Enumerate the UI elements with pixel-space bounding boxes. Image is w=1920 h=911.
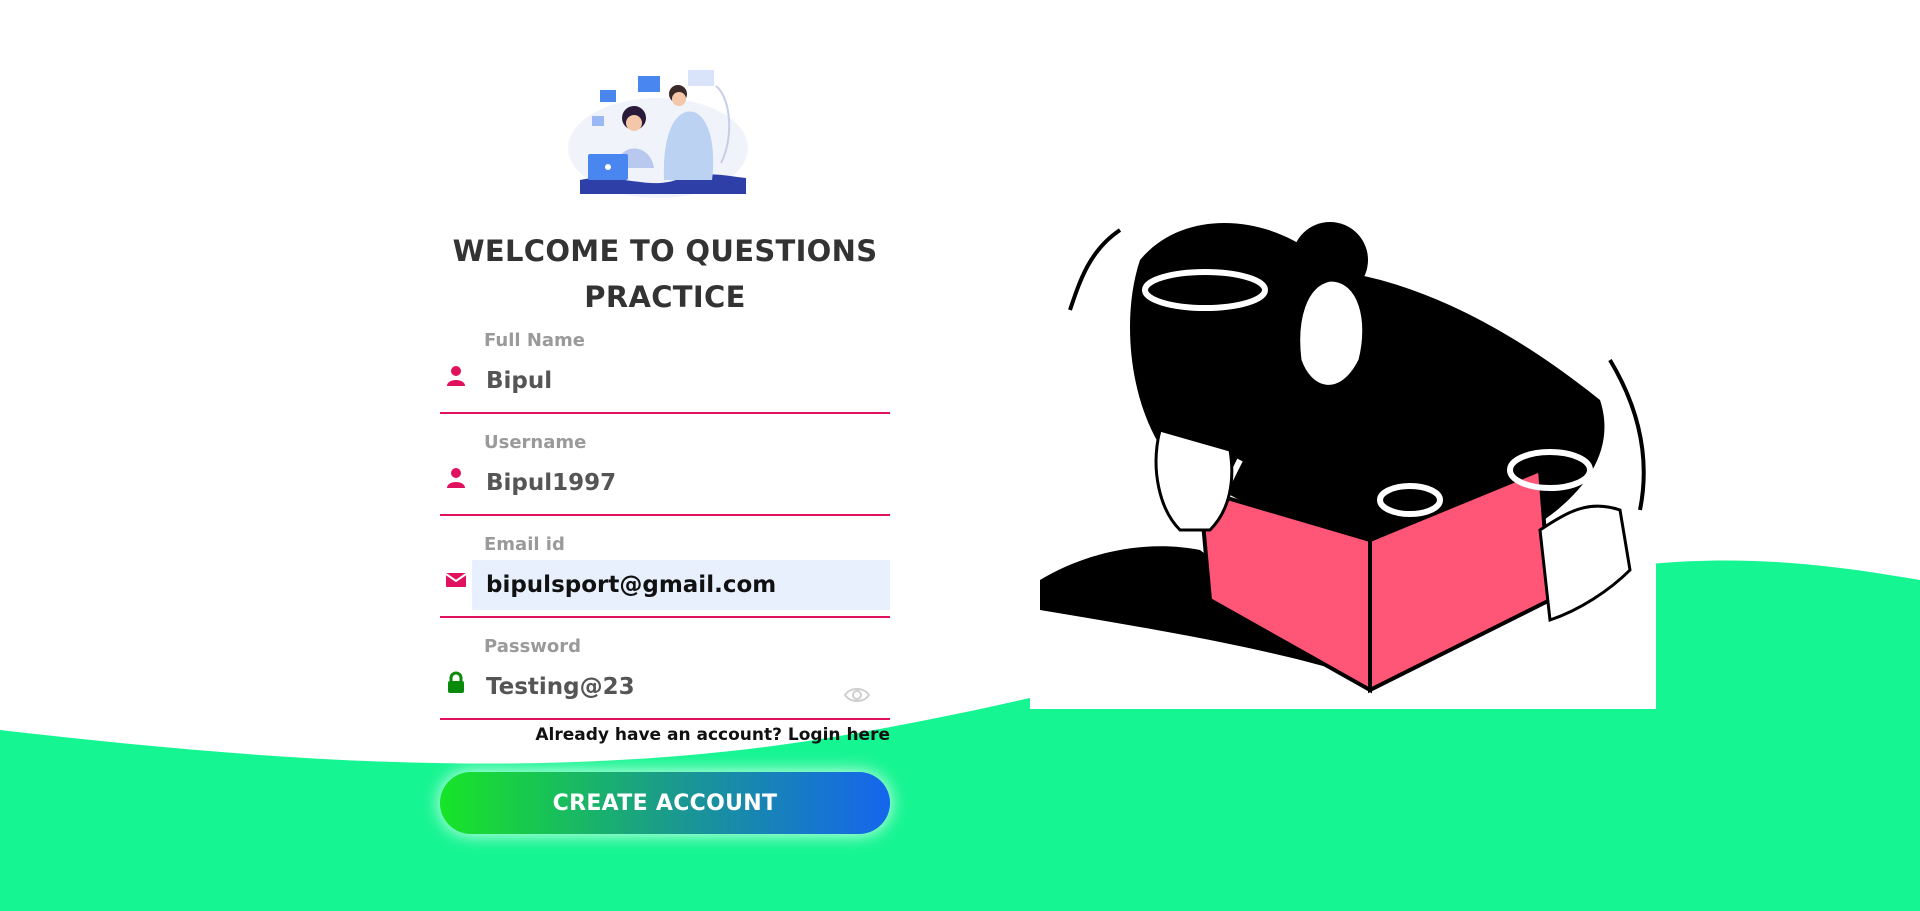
mail-icon	[445, 573, 467, 587]
username-input[interactable]	[472, 458, 890, 508]
full-name-field: Full Name	[440, 330, 890, 414]
user-icon	[447, 366, 465, 386]
email-input[interactable]	[472, 560, 890, 610]
full-name-input[interactable]	[472, 356, 890, 406]
password-field: Password	[440, 636, 890, 720]
email-field: Email id	[440, 534, 890, 618]
full-name-label: Full Name	[484, 330, 585, 351]
lock-icon	[448, 671, 464, 693]
box-illustration	[1030, 210, 1656, 709]
login-link[interactable]: Already have an account? Login here	[440, 725, 890, 745]
password-input[interactable]	[472, 662, 890, 712]
username-field: Username	[440, 432, 890, 516]
page-title: WELCOME TO QUESTIONS PRACTICE	[452, 234, 878, 314]
password-label: Password	[484, 636, 582, 657]
email-label: Email id	[484, 534, 565, 555]
signup-page: WELCOME TO QUESTIONS PRACTICE Full Name …	[0, 0, 1920, 911]
team-illustration	[568, 70, 748, 198]
username-label: Username	[484, 432, 587, 453]
user-icon	[447, 468, 465, 488]
eye-icon[interactable]	[844, 686, 870, 704]
create-account-button[interactable]: CREATE ACCOUNT	[440, 772, 890, 834]
